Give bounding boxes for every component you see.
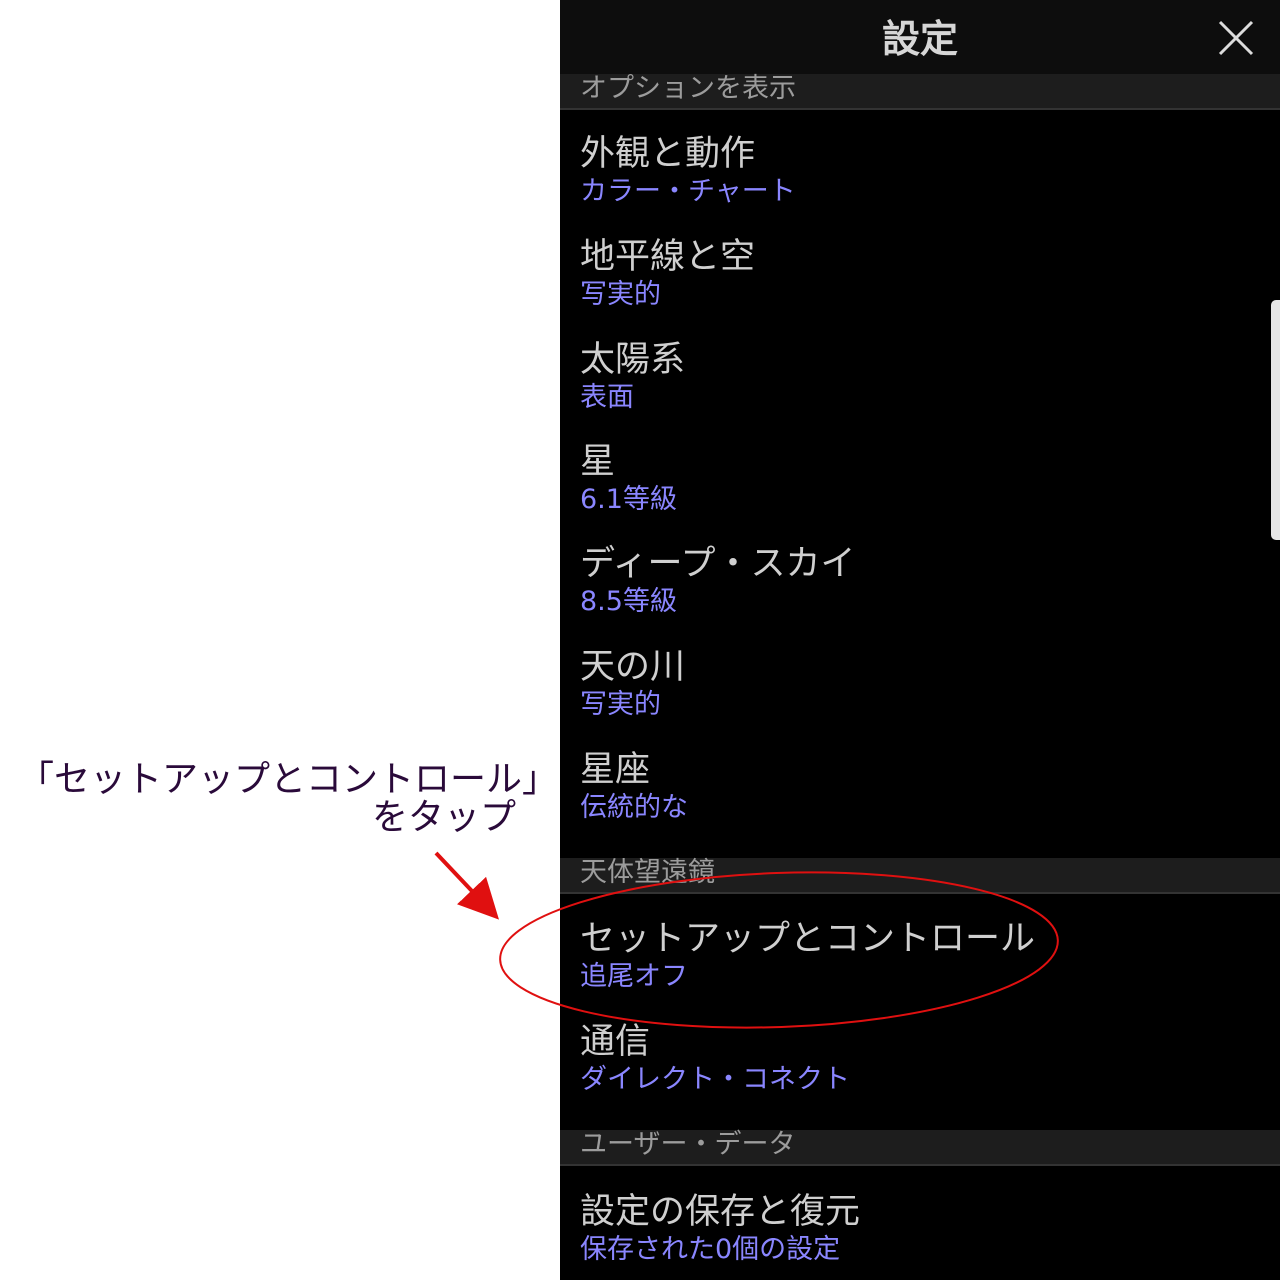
settings-item-stars[interactable]: 星 6.1等級 (560, 440, 1280, 540)
item-value: カラー・チャート (580, 176, 796, 207)
settings-item-solar-system[interactable]: 太陽系 表面 (560, 338, 1280, 438)
page-title: 設定 (881, 17, 958, 61)
item-value: 6.1等級 (580, 484, 677, 515)
annotation-instruction-line1: 「セットアップとコントロール」 (18, 759, 559, 800)
item-title: 太陽系 (580, 340, 686, 380)
section-header-display-options: オプションを表示 (560, 74, 1280, 110)
settings-item-deep-sky[interactable]: ディープ・スカイ 8.5等級 (560, 542, 1280, 642)
item-value: 写実的 (580, 689, 661, 720)
item-value: 8.5等級 (580, 586, 677, 617)
item-value: 写実的 (580, 279, 661, 310)
screen: 「セットアップとコントロール」 をタップ 設定 オプションを表示 外観と動作 カ… (0, 0, 1280, 1280)
settings-item-communication[interactable]: 通信 ダイレクト・コネクト (560, 1020, 1280, 1120)
annotation-instruction-line2: をタップ (371, 797, 516, 838)
section-label: ユーザー・データ (580, 1129, 796, 1160)
item-title: 星座 (580, 750, 651, 790)
item-value: 伝統的な (580, 792, 688, 823)
scrollbar[interactable] (1271, 300, 1280, 540)
settings-item-constellations[interactable]: 星座 伝統的な (560, 748, 1280, 848)
settings-header: 設定 (560, 0, 1280, 76)
settings-item-setup-control[interactable]: セットアップとコントロール 追尾オフ (560, 917, 1280, 1017)
item-value: 表面 (580, 382, 634, 413)
section-label: オプションを表示 (580, 73, 796, 104)
arrow-icon (434, 851, 499, 920)
section-header-telescope: 天体望遠鏡 (560, 858, 1280, 894)
item-title: ディープ・スカイ (580, 544, 856, 584)
section-label: 天体望遠鏡 (580, 857, 715, 888)
settings-panel: 設定 オプションを表示 外観と動作 カラー・チャート 地平線と空 写実的 太陽系… (560, 0, 1280, 1280)
item-value: ダイレクト・コネクト (580, 1064, 850, 1095)
item-value: 追尾オフ (580, 961, 688, 992)
item-title: 通信 (580, 1022, 651, 1062)
settings-item-milky-way[interactable]: 天の川 写実的 (560, 645, 1280, 745)
item-title: 地平線と空 (580, 237, 756, 277)
item-title: 星 (580, 442, 616, 482)
settings-item-save-restore[interactable]: 設定の保存と復元 保存された0個の設定 (560, 1190, 1280, 1280)
item-value: 保存された0個の設定 (580, 1234, 841, 1265)
item-title: セットアップとコントロール (580, 919, 1036, 959)
item-title: 天の川 (580, 647, 686, 687)
item-title: 外観と動作 (580, 134, 756, 174)
item-title: 設定の保存と復元 (580, 1192, 861, 1232)
section-header-user-data: ユーザー・データ (560, 1130, 1280, 1166)
close-icon (1218, 20, 1254, 56)
settings-item-appearance[interactable]: 外観と動作 カラー・チャート (560, 132, 1280, 232)
close-button[interactable] (1218, 20, 1254, 56)
settings-item-horizon-sky[interactable]: 地平線と空 写実的 (560, 235, 1280, 335)
